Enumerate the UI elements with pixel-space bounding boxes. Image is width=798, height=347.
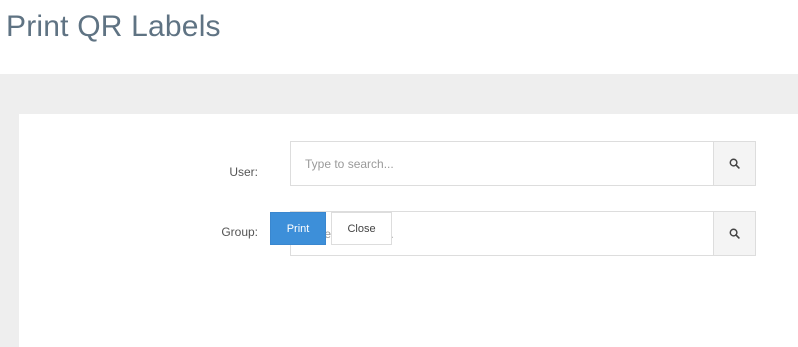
- user-search-input[interactable]: [290, 141, 713, 186]
- user-search-group: [290, 141, 756, 186]
- group-label: Group:: [221, 225, 258, 239]
- user-label: User:: [229, 165, 258, 179]
- page-title: Print QR Labels: [6, 10, 221, 43]
- group-search-button[interactable]: [713, 211, 756, 256]
- print-button[interactable]: Print: [270, 212, 326, 245]
- search-icon: [729, 158, 740, 169]
- form-card: User: Group:: [19, 114, 798, 347]
- user-search-button[interactable]: [713, 141, 756, 186]
- search-icon: [729, 228, 740, 239]
- form-panel: User: Group:: [0, 74, 798, 347]
- close-button[interactable]: Close: [331, 212, 392, 245]
